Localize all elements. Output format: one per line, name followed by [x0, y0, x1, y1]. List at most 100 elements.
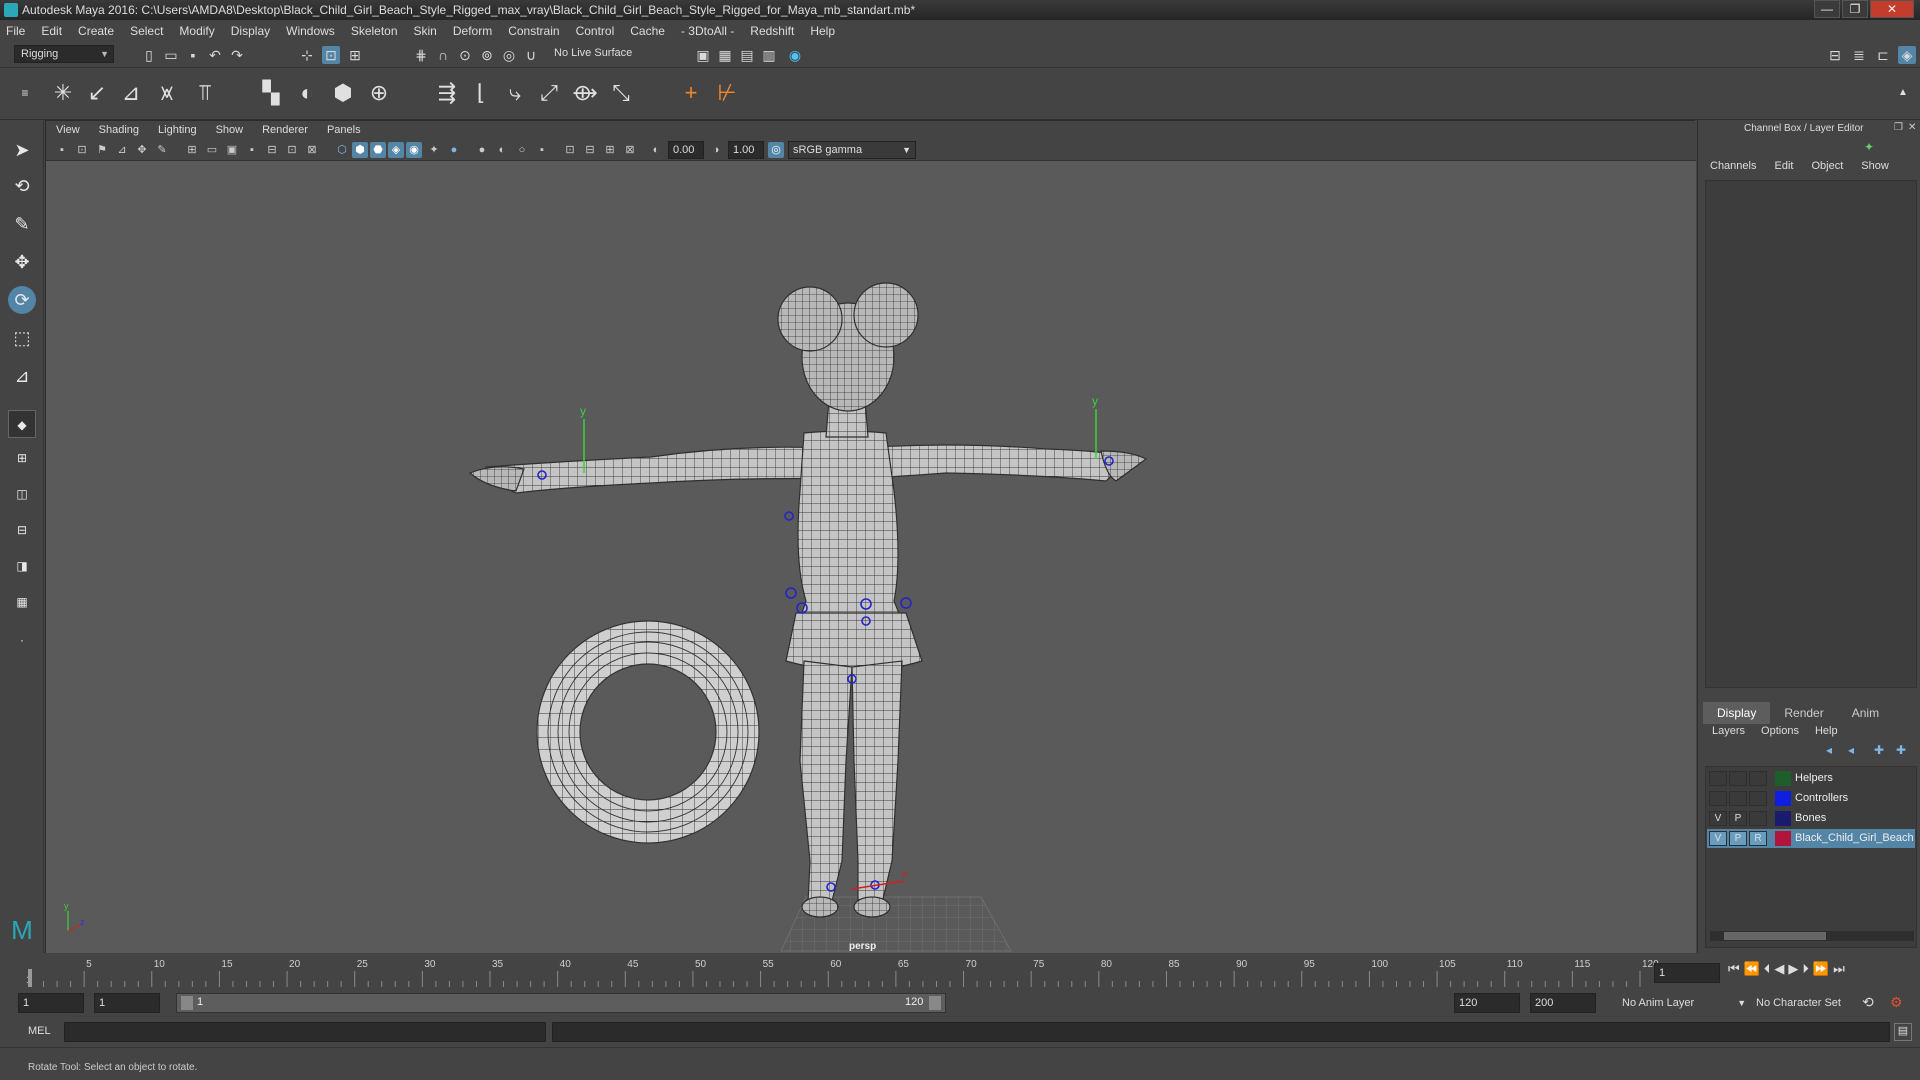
- menu-file[interactable]: File: [6, 24, 25, 38]
- menu-edit[interactable]: Edit: [41, 24, 62, 38]
- ambient-occlusion-icon[interactable]: ●: [446, 142, 462, 158]
- grid-toggle-icon[interactable]: ⊞: [184, 142, 200, 158]
- layer-menu-help[interactable]: Help: [1815, 725, 1838, 737]
- multisample-icon[interactable]: ◐: [494, 142, 510, 158]
- menu-constrain[interactable]: Constrain: [508, 24, 559, 38]
- smooth-bind-icon[interactable]: ◐: [292, 78, 322, 108]
- menu-skeleton[interactable]: Skeleton: [351, 24, 398, 38]
- exposure-icon[interactable]: ◐: [648, 142, 664, 158]
- graph-layout-icon[interactable]: ▦: [8, 588, 36, 616]
- layer-visibility-toggle[interactable]: [1709, 791, 1727, 806]
- scrollbar-thumb[interactable]: [1724, 932, 1826, 940]
- close-button[interactable]: ✕: [1870, 0, 1914, 18]
- single-pane-layout-icon[interactable]: ◆: [8, 410, 36, 438]
- side-by-side-layout-icon[interactable]: ◫: [8, 480, 36, 508]
- layer-color-swatch[interactable]: [1775, 831, 1791, 846]
- isolate-select-icon[interactable]: ▪: [534, 142, 550, 158]
- layer-visibility-toggle[interactable]: V: [1709, 811, 1727, 826]
- command-input[interactable]: [64, 1022, 546, 1042]
- step-forward-frame-icon[interactable]: ⏵: [1802, 961, 1809, 983]
- viewport-scene[interactable]: y y x y z persp: [46, 161, 1696, 954]
- playback-end-field[interactable]: 120: [1454, 993, 1520, 1013]
- layer-playback-toggle[interactable]: [1729, 791, 1747, 806]
- tool-settings-icon[interactable]: ⊏: [1874, 46, 1892, 64]
- snap-grid-icon[interactable]: ⋕: [412, 46, 430, 64]
- scale-constraint-icon[interactable]: ⤢: [534, 78, 564, 108]
- xray-joints-icon[interactable]: ⊟: [582, 142, 598, 158]
- last-tool-icon[interactable]: ⊿: [8, 362, 36, 390]
- use-all-lights-icon[interactable]: ◉: [406, 142, 422, 158]
- channel-box-area[interactable]: [1705, 180, 1917, 688]
- range-end-handle[interactable]: [929, 996, 941, 1010]
- layer-color-swatch[interactable]: [1775, 771, 1791, 786]
- layer-row-character[interactable]: V P R Black_Child_Girl_Beach: [1707, 829, 1915, 848]
- render-settings-icon[interactable]: ▥: [760, 46, 778, 64]
- auto-key-icon[interactable]: ⟲: [1862, 994, 1874, 1011]
- camera-attributes-icon[interactable]: ⊡: [74, 142, 90, 158]
- live-surface-field[interactable]: No Live Surface: [548, 45, 644, 63]
- safe-action-icon[interactable]: ⊡: [284, 142, 300, 158]
- tab-render[interactable]: Render: [1770, 702, 1837, 724]
- gate-mask-icon[interactable]: ▪: [244, 142, 260, 158]
- create-joints-icon[interactable]: ✳: [48, 78, 78, 108]
- resolution-gate-icon[interactable]: ▣: [224, 142, 240, 158]
- ik-fk-switch-icon[interactable]: ⊬: [712, 78, 742, 108]
- bookmark-icon[interactable]: ⚑: [94, 142, 110, 158]
- wireframe-icon[interactable]: ⬡: [334, 142, 350, 158]
- time-ruler[interactable]: 1510152025303540455055606570758085909510…: [20, 953, 1670, 989]
- render-view-icon[interactable]: ▣: [694, 46, 712, 64]
- menu-select[interactable]: Select: [130, 24, 163, 38]
- toolbox-more-icon[interactable]: ·: [8, 626, 36, 654]
- character-mesh[interactable]: [468, 282, 1148, 918]
- outliner-layout-icon[interactable]: ◨: [8, 552, 36, 580]
- layer-row-helpers[interactable]: Helpers: [1707, 769, 1915, 788]
- layer-row-bones[interactable]: V P Bones: [1707, 809, 1915, 828]
- render-frame-icon[interactable]: ▦: [716, 46, 734, 64]
- color-management-icon[interactable]: ◎: [768, 142, 784, 158]
- locator-icon[interactable]: +: [676, 78, 706, 108]
- move-layer-down-icon[interactable]: ◂: [1848, 743, 1854, 757]
- menu-display[interactable]: Display: [231, 24, 270, 38]
- parent-constraint-icon[interactable]: ⇶: [432, 78, 462, 108]
- redo-icon[interactable]: ↷: [228, 46, 246, 64]
- script-editor-icon[interactable]: ▤: [1894, 1023, 1912, 1041]
- save-scene-icon[interactable]: ▪: [184, 46, 202, 64]
- modeling-toolkit-icon[interactable]: ⊟: [1826, 46, 1844, 64]
- gamma-icon[interactable]: ◑: [708, 142, 724, 158]
- menuset-dropdown[interactable]: Rigging ▼: [14, 45, 114, 63]
- layer-playback-toggle[interactable]: P: [1729, 831, 1747, 846]
- shadows-icon[interactable]: ✦: [426, 142, 442, 158]
- wireframe-on-shaded-icon[interactable]: ⬣: [370, 142, 386, 158]
- snap-view-plane-icon[interactable]: ⊚: [478, 46, 496, 64]
- time-slider[interactable]: 1510152025303540455055606570758085909510…: [0, 953, 1920, 989]
- viewport-menu-shading[interactable]: Shading: [99, 124, 139, 136]
- close-panel-icon[interactable]: ✕: [1908, 122, 1916, 133]
- menu-windows[interactable]: Windows: [286, 24, 335, 38]
- layer-color-swatch[interactable]: [1775, 811, 1791, 826]
- animation-start-field[interactable]: 1: [18, 993, 84, 1013]
- layer-playback-toggle[interactable]: [1729, 771, 1747, 786]
- channel-box-toggle-icon[interactable]: ◈: [1898, 46, 1916, 64]
- animation-end-field[interactable]: 200: [1530, 993, 1596, 1013]
- bind-skin-icon[interactable]: ▚: [256, 78, 286, 108]
- menu-deform[interactable]: Deform: [453, 24, 492, 38]
- menu-modify[interactable]: Modify: [179, 24, 214, 38]
- snap-curve-icon[interactable]: ∩: [434, 46, 452, 64]
- channel-box-tool-icon[interactable]: ✦: [1864, 140, 1874, 154]
- range-slider[interactable]: 1 120: [176, 993, 946, 1013]
- channel-box-menu-object[interactable]: Object: [1811, 160, 1843, 180]
- viewport-menu-renderer[interactable]: Renderer: [262, 124, 308, 136]
- smooth-shade-icon[interactable]: ⬢: [352, 142, 368, 158]
- anim-layer-dropdown[interactable]: No Anim Layer ▼: [1622, 997, 1746, 1009]
- layer-color-swatch[interactable]: [1775, 791, 1791, 806]
- layer-display-type-toggle[interactable]: [1749, 791, 1767, 806]
- step-back-key-icon[interactable]: ⏪: [1744, 961, 1760, 983]
- open-scene-icon[interactable]: ▭: [162, 46, 180, 64]
- move-tool-icon[interactable]: ✥: [8, 248, 36, 276]
- camera-select-icon[interactable]: ▪: [54, 142, 70, 158]
- menu-3dtoall[interactable]: - 3DtoAll -: [681, 24, 734, 38]
- aim-constraint-icon[interactable]: ⟴: [570, 78, 600, 108]
- swim-ring-mesh[interactable]: [536, 620, 760, 844]
- pole-vector-icon[interactable]: ⤡: [606, 78, 636, 108]
- viewport-menu-lighting[interactable]: Lighting: [158, 124, 197, 136]
